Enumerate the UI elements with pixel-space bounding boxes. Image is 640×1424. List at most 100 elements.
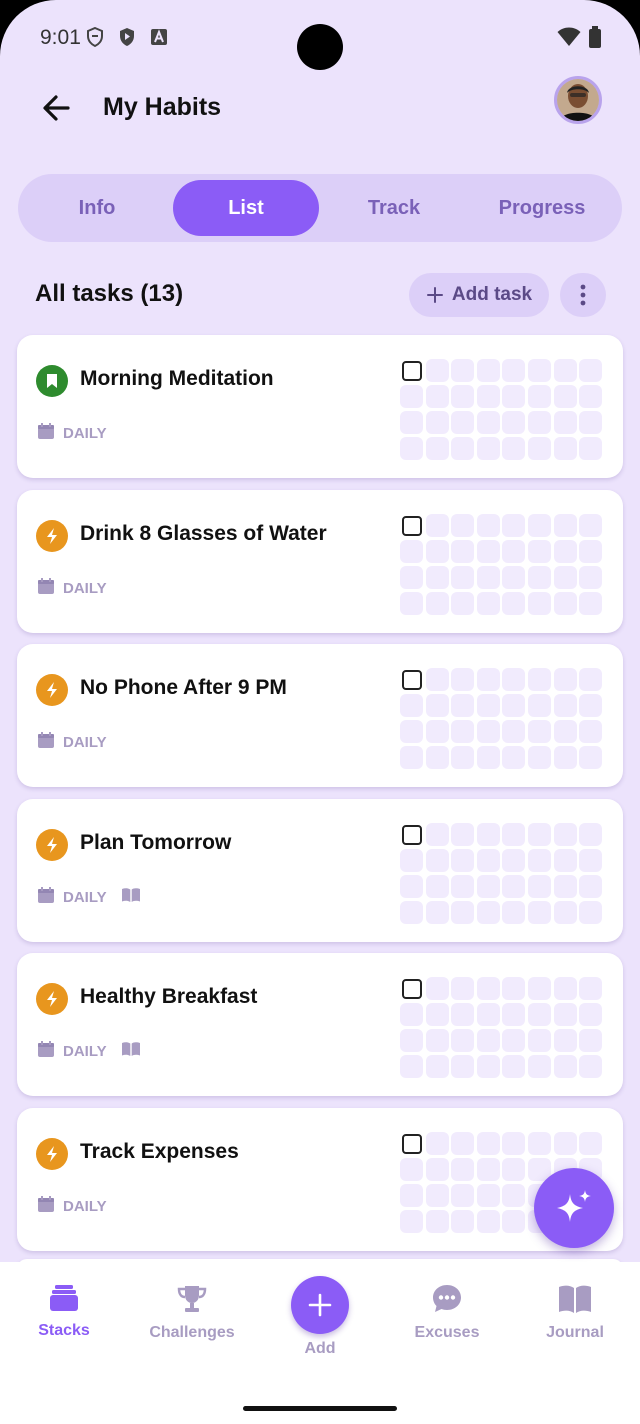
nav-add-button[interactable] bbox=[291, 1276, 349, 1334]
tracking-cell[interactable] bbox=[425, 359, 449, 382]
tracking-cell[interactable] bbox=[425, 668, 449, 691]
tracking-cell[interactable] bbox=[579, 849, 603, 872]
tab-track[interactable]: Track bbox=[321, 180, 467, 236]
tracking-cell[interactable] bbox=[476, 411, 500, 434]
tracking-cell[interactable] bbox=[502, 359, 526, 382]
tracking-cell[interactable] bbox=[476, 694, 500, 717]
tracking-cell[interactable] bbox=[579, 592, 603, 615]
tracking-cell[interactable] bbox=[451, 1210, 475, 1233]
ai-suggest-button[interactable] bbox=[534, 1168, 614, 1248]
tracking-cell[interactable] bbox=[528, 1003, 551, 1026]
tracking-cell[interactable] bbox=[451, 359, 475, 382]
tracking-cell[interactable] bbox=[425, 1003, 449, 1026]
tracking-cell[interactable] bbox=[451, 694, 475, 717]
more-options-button[interactable] bbox=[560, 273, 606, 317]
today-checkbox[interactable] bbox=[402, 361, 422, 381]
tracking-cell[interactable] bbox=[579, 875, 603, 898]
tracking-cell[interactable] bbox=[451, 746, 475, 769]
today-checkbox[interactable] bbox=[402, 825, 422, 845]
tracking-cell[interactable] bbox=[528, 977, 551, 1000]
tracking-cell[interactable] bbox=[451, 1029, 475, 1052]
tracking-cell[interactable] bbox=[425, 1184, 449, 1207]
tracking-cell[interactable] bbox=[400, 385, 423, 408]
tracking-cell[interactable] bbox=[528, 1132, 551, 1155]
tracking-cell[interactable] bbox=[400, 875, 423, 898]
tracking-cell[interactable] bbox=[476, 1029, 500, 1052]
tracking-cell[interactable] bbox=[476, 1132, 500, 1155]
today-checkbox[interactable] bbox=[402, 516, 422, 536]
tracking-cell[interactable] bbox=[502, 875, 526, 898]
today-checkbox[interactable] bbox=[402, 1134, 422, 1154]
tracking-cell[interactable] bbox=[400, 720, 423, 743]
tracking-cell[interactable] bbox=[502, 1184, 526, 1207]
tracking-cell[interactable] bbox=[502, 437, 526, 460]
tracking-cell[interactable] bbox=[451, 1055, 475, 1078]
nav-excuses[interactable]: Excuses bbox=[383, 1284, 511, 1342]
tracking-cell[interactable] bbox=[400, 437, 423, 460]
tracking-cell[interactable] bbox=[553, 540, 577, 563]
tracking-cell[interactable] bbox=[425, 566, 449, 589]
tracking-cell[interactable] bbox=[502, 540, 526, 563]
tracking-cell[interactable] bbox=[451, 875, 475, 898]
tracking-cell[interactable] bbox=[579, 1055, 603, 1078]
tracking-cell[interactable] bbox=[400, 1184, 423, 1207]
tracking-cell[interactable] bbox=[579, 540, 603, 563]
tracking-cell[interactable] bbox=[579, 1132, 603, 1155]
tracking-cell[interactable] bbox=[528, 359, 551, 382]
task-card[interactable]: Plan Tomorrow DAILY bbox=[17, 799, 623, 942]
tracking-cell[interactable] bbox=[476, 514, 500, 537]
tracking-cell[interactable] bbox=[553, 1055, 577, 1078]
tracking-cell[interactable] bbox=[425, 901, 449, 924]
tracking-cell[interactable] bbox=[425, 437, 449, 460]
tracking-cell[interactable] bbox=[502, 1210, 526, 1233]
tracking-cell[interactable] bbox=[579, 566, 603, 589]
tracking-cell[interactable] bbox=[502, 694, 526, 717]
tracking-cell[interactable] bbox=[451, 720, 475, 743]
tracking-cell[interactable] bbox=[502, 1003, 526, 1026]
tracking-cell[interactable] bbox=[476, 1184, 500, 1207]
tracking-cell[interactable] bbox=[528, 411, 551, 434]
tracking-cell[interactable] bbox=[451, 1184, 475, 1207]
tracking-cell[interactable] bbox=[579, 668, 603, 691]
tracking-cell[interactable] bbox=[502, 901, 526, 924]
tracking-cell[interactable] bbox=[553, 849, 577, 872]
tracking-cell[interactable] bbox=[400, 566, 423, 589]
tracking-cell[interactable] bbox=[476, 540, 500, 563]
tracking-cell[interactable] bbox=[451, 1003, 475, 1026]
tracking-cell[interactable] bbox=[528, 592, 551, 615]
tracking-cell[interactable] bbox=[425, 1210, 449, 1233]
tracking-cell[interactable] bbox=[579, 1003, 603, 1026]
tracking-cell[interactable] bbox=[579, 977, 603, 1000]
tracking-cell[interactable] bbox=[528, 849, 551, 872]
tracking-cell[interactable] bbox=[476, 720, 500, 743]
tracking-cell[interactable] bbox=[400, 1158, 423, 1181]
tracking-cell[interactable] bbox=[553, 514, 577, 537]
tracking-cell[interactable] bbox=[528, 720, 551, 743]
tracking-cell[interactable] bbox=[553, 437, 577, 460]
tab-list[interactable]: List bbox=[173, 180, 319, 236]
home-indicator[interactable] bbox=[243, 1406, 397, 1411]
tracking-cell[interactable] bbox=[528, 1029, 551, 1052]
tracking-cell[interactable] bbox=[579, 720, 603, 743]
tracking-cell[interactable] bbox=[425, 849, 449, 872]
tracking-cell[interactable] bbox=[425, 823, 449, 846]
tracking-cell[interactable] bbox=[528, 746, 551, 769]
tracking-cell[interactable] bbox=[451, 1132, 475, 1155]
tracking-cell[interactable] bbox=[502, 1158, 526, 1181]
tracking-cell[interactable] bbox=[425, 592, 449, 615]
tracking-cell[interactable] bbox=[400, 540, 423, 563]
tracking-cell[interactable] bbox=[553, 901, 577, 924]
tracking-cell[interactable] bbox=[579, 359, 603, 382]
tracking-cell[interactable] bbox=[476, 746, 500, 769]
tracking-cell[interactable] bbox=[528, 901, 551, 924]
tracking-cell[interactable] bbox=[553, 875, 577, 898]
tracking-cell[interactable] bbox=[579, 694, 603, 717]
tracking-cell[interactable] bbox=[476, 823, 500, 846]
tracking-cell[interactable] bbox=[451, 901, 475, 924]
tracking-cell[interactable] bbox=[425, 720, 449, 743]
tracking-cell[interactable] bbox=[451, 823, 475, 846]
tracking-cell[interactable] bbox=[425, 1055, 449, 1078]
tracking-cell[interactable] bbox=[553, 720, 577, 743]
tracking-cell[interactable] bbox=[476, 1003, 500, 1026]
tracking-cell[interactable] bbox=[553, 694, 577, 717]
